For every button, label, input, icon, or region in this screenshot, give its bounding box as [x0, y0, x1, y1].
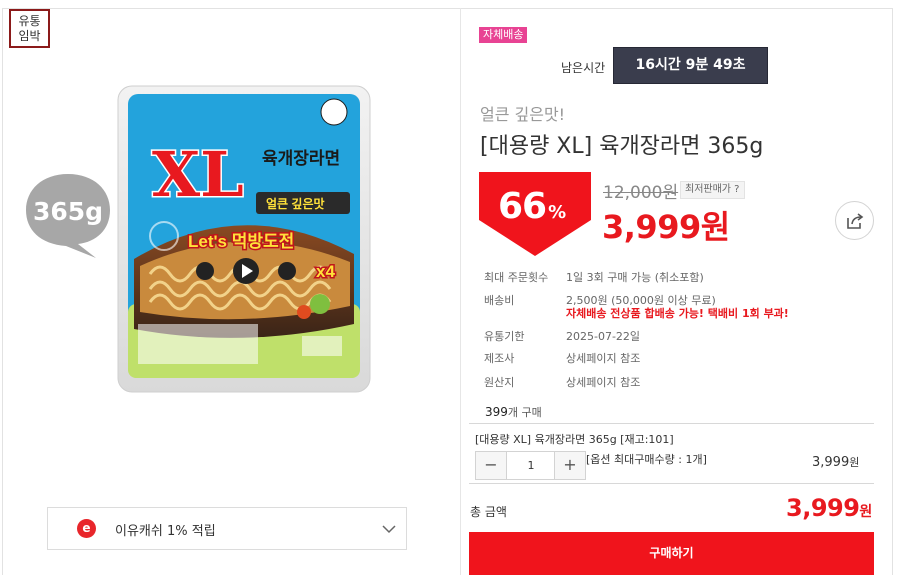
- info-label: 배송비: [484, 294, 515, 307]
- discount-unit: %: [548, 202, 566, 223]
- total-price-value: 3,999: [786, 494, 860, 522]
- info-value: 1일 3회 구매 가능 (취소포함): [566, 271, 704, 284]
- total-label: 총 금액: [470, 505, 507, 519]
- quantity-stepper[interactable]: − 1 +: [475, 451, 586, 480]
- info-label: 유통기한: [484, 330, 525, 343]
- info-value: 2025-07-22일: [566, 330, 641, 343]
- sold-count-value: 399: [485, 405, 508, 419]
- info-label: 최대 주문횟수: [484, 271, 549, 284]
- sale-price: 3,999원: [602, 208, 730, 246]
- share-button[interactable]: [835, 201, 874, 240]
- weight-bubble-text: 365g: [33, 197, 103, 226]
- option-name: [대용량 XL] 육개장라면 365g [재고:101]: [475, 433, 674, 446]
- quantity-decrease-button[interactable]: −: [476, 452, 507, 479]
- panel-divider: [460, 8, 461, 575]
- remaining-time-label: 남은시간: [561, 61, 606, 75]
- weight-bubble: 365g: [26, 174, 110, 258]
- lid-logo-text: XL: [152, 138, 244, 211]
- total-price-unit: 원: [859, 504, 872, 520]
- expiry-soon-badge: 유통 임박: [9, 9, 50, 48]
- discount-value: 66: [498, 186, 547, 227]
- discount-rate: 66%: [498, 186, 566, 227]
- option-price-value: 3,999: [812, 455, 850, 470]
- option-price-unit: 원: [849, 456, 860, 469]
- info-label: 원산지: [484, 376, 515, 389]
- info-value: 상세페이지 참조: [566, 376, 641, 389]
- sold-count-unit: 개 구매: [507, 406, 542, 419]
- sold-count: 399개 구매: [485, 404, 542, 420]
- info-value: 상세페이지 참조: [566, 352, 641, 365]
- cash-reward-dropdown[interactable]: e 이유캐쉬 1% 적립: [47, 507, 407, 550]
- lid-challenge-text: Let's 먹방도전: [188, 232, 294, 251]
- lid-name-text: 육개장라면: [262, 149, 340, 168]
- lid-multiplier-text: x4: [316, 262, 335, 281]
- option-price: 3,999원: [812, 454, 859, 470]
- countdown-timer: 16시간 9분 49초: [613, 47, 768, 84]
- product-subtitle: 얼큰 깊은맛!: [480, 105, 566, 124]
- total-price: 3,999원: [786, 494, 872, 522]
- product-title: [대용량 XL] 육개장라면 365g: [480, 134, 764, 159]
- cash-reward-text: 이유캐쉬 1% 적립: [115, 524, 216, 539]
- min-price-tooltip[interactable]: 최저판매가 ?: [680, 181, 745, 199]
- lid-tagline-text: 얼큰 깊은맛: [266, 196, 325, 211]
- buy-button[interactable]: 구매하기: [469, 532, 874, 575]
- original-price: 12,000원: [603, 183, 679, 203]
- expiry-badge-text: 유통 임박: [18, 14, 41, 43]
- option-max-note: [옵션 최대구매수량 : 1개]: [586, 453, 707, 466]
- selected-option: [대용량 XL] 육개장라면 365g [재고:101] − 1 + [옵션 최…: [469, 423, 874, 484]
- quantity-increase-button[interactable]: +: [554, 452, 585, 479]
- shipping-warning: 자체배송 전상품 합배송 가능! 택배비 1회 부과!: [566, 307, 789, 320]
- cash-e-icon: e: [77, 519, 96, 538]
- share-icon: [847, 213, 864, 229]
- quantity-input[interactable]: 1: [508, 452, 554, 479]
- self-delivery-tag: 자체배송: [479, 27, 528, 43]
- info-label: 제조사: [484, 352, 515, 365]
- chevron-down-icon: [382, 525, 396, 534]
